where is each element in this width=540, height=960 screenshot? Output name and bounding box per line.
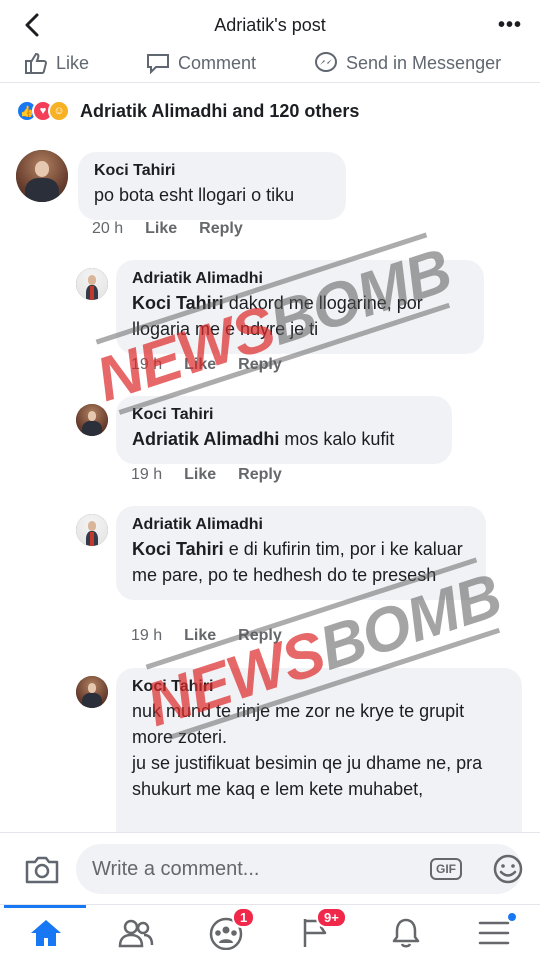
comment-bubble-icon — [147, 54, 169, 74]
groups-badge: 1 — [232, 907, 256, 928]
mention-tag[interactable]: Koci Tahiri — [132, 293, 224, 313]
comment-text: Adriatik Alimadhi mos kalo kufit — [132, 429, 394, 449]
avatar[interactable] — [76, 404, 108, 436]
reactions-count: Adriatik Alimadhi and 120 others — [80, 100, 360, 121]
comment-author[interactable]: Koci Tahiri — [94, 162, 330, 180]
menu-notification-dot — [506, 911, 518, 923]
home-tab[interactable] — [26, 915, 66, 951]
avatar[interactable] — [16, 150, 68, 202]
comment-bubble: Adriatik Alimadhi Koci Tahiri dakord me … — [116, 260, 484, 354]
divider — [0, 82, 540, 94]
comment-like-button[interactable]: Like — [184, 627, 216, 645]
comment-meta: 19 h Like Reply — [131, 466, 282, 484]
pages-badge: 9+ — [316, 907, 347, 928]
comment-author[interactable]: Adriatik Alimadhi — [132, 516, 470, 534]
comment-bubble: Adriatik Alimadhi Koci Tahiri e di kufir… — [116, 506, 486, 600]
more-options-button[interactable]: ••• — [498, 14, 522, 37]
comment-text-line: ju se justifikuat besimin qe ju dhame ne… — [132, 753, 483, 799]
camera-icon[interactable] — [24, 853, 60, 885]
groups-tab[interactable]: 1 — [206, 907, 256, 951]
comment-meta: 20 h Like Reply — [92, 220, 243, 238]
friends-tab[interactable] — [116, 915, 156, 951]
comment-author[interactable]: Adriatik Alimadhi — [132, 270, 468, 288]
comment-text: Koci Tahiri dakord me llogarine, por llo… — [132, 293, 423, 339]
comment-reply-button[interactable]: Reply — [238, 466, 282, 484]
messenger-icon — [315, 52, 337, 72]
comment-time: 19 h — [131, 466, 163, 483]
comment-reply-button[interactable]: Reply — [238, 356, 282, 374]
hamburger-menu-icon — [478, 921, 510, 945]
friends-icon — [118, 919, 154, 948]
comment-meta: 19 h Like Reply — [131, 627, 282, 645]
send-messenger-button[interactable]: Send in Messenger — [314, 52, 501, 74]
like-action-button[interactable]: Like — [24, 52, 89, 74]
gif-button[interactable]: GIF — [430, 858, 462, 880]
send-messenger-label: Send in Messenger — [346, 52, 502, 73]
comment-like-button[interactable]: Like — [184, 356, 216, 374]
mention-tag[interactable]: Adriatik Alimadhi — [132, 429, 279, 449]
page-title: Adriatik's post — [214, 14, 326, 35]
comment-action-label: Comment — [178, 52, 257, 73]
post-header: Adriatik's post ••• — [0, 0, 540, 50]
active-tab-indicator — [4, 905, 86, 908]
comment-text-line: nuk mund te rinje me zor ne krye te grup… — [132, 701, 465, 747]
mention-tag[interactable]: Koci Tahiri — [132, 539, 224, 559]
avatar[interactable] — [76, 514, 108, 546]
pages-tab[interactable]: 9+ — [296, 907, 347, 951]
back-chevron-icon[interactable] — [20, 12, 46, 38]
comment-text: Koci Tahiri e di kufirin tim, por i ke k… — [132, 539, 463, 585]
avatar[interactable] — [76, 676, 108, 708]
like-action-label: Like — [56, 52, 90, 73]
thumbs-up-icon — [25, 52, 48, 74]
comment-author[interactable]: Koci Tahiri — [132, 678, 506, 696]
comment-bubble: Koci Tahiri po bota esht llogari o tiku — [78, 152, 346, 220]
comment-author[interactable]: Koci Tahiri — [132, 406, 436, 424]
comment-reply-button[interactable]: Reply — [238, 627, 282, 645]
post-action-bar: Like Comment Send in Messenger — [0, 48, 540, 82]
comment-body: mos kalo kufit — [279, 429, 395, 449]
comment-text: po bota esht llogari o tiku — [94, 185, 295, 205]
menu-tab[interactable] — [474, 911, 518, 951]
comment-composer: Write a comment... GIF — [0, 832, 540, 904]
comment-time: 20 h — [92, 220, 124, 237]
home-icon — [31, 920, 61, 946]
notifications-tab[interactable] — [386, 915, 426, 951]
bottom-tab-bar: 1 9+ — [0, 904, 540, 960]
reactions-summary[interactable]: 👍 ♥ ☺ Adriatik Alimadhi and 120 others — [16, 100, 359, 122]
reaction-icons: 👍 ♥ ☺ — [16, 100, 70, 122]
comment-time: 19 h — [131, 356, 163, 373]
comment-time: 19 h — [131, 627, 163, 644]
comment-reply-button[interactable]: Reply — [199, 220, 243, 238]
emoji-icon[interactable] — [492, 853, 524, 885]
bell-icon — [392, 918, 420, 948]
comment-like-button[interactable]: Like — [184, 466, 216, 484]
haha-reaction-icon: ☺ — [48, 100, 70, 122]
comment-meta: 19 h Like Reply — [131, 356, 282, 374]
comment-bubble: Koci Tahiri Adriatik Alimadhi mos kalo k… — [116, 396, 452, 464]
avatar[interactable] — [76, 268, 108, 300]
comment-like-button[interactable]: Like — [145, 220, 177, 238]
comment-action-button[interactable]: Comment — [146, 52, 256, 74]
